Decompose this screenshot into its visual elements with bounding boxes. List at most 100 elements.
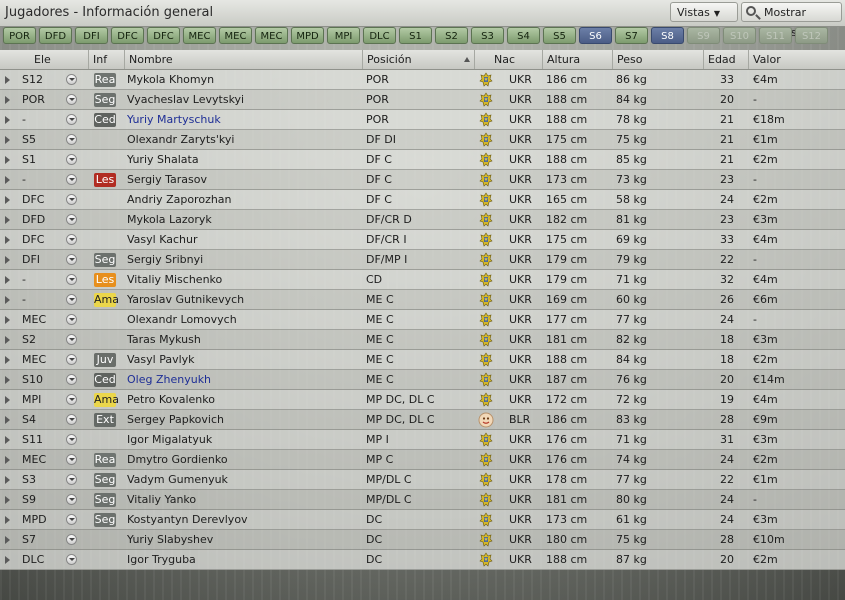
table-row[interactable]: MEC Juv Vasyl Pavlyk ME C UKR 188 cm 84 kg 18 €2… — [0, 350, 845, 370]
expand-arrow-icon[interactable] — [5, 376, 10, 384]
expand-arrow-icon[interactable] — [5, 176, 10, 184]
player-name[interactable]: Yuriy Martyschuk — [127, 110, 221, 130]
table-row[interactable]: S3 Seg Vadym Gumenyuk MP/DL C UKR 178 cm 77 kg… — [0, 470, 845, 490]
expand-arrow-icon[interactable] — [5, 536, 10, 544]
table-row[interactable]: DFI Seg Sergiy Sribnyi DF/MP I UKR 179 cm 79 k… — [0, 250, 845, 270]
column-header-inf[interactable]: Inf — [88, 50, 124, 69]
player-name[interactable]: Taras Mykush — [127, 330, 201, 350]
table-row[interactable]: S4 Ext Sergey Papkovich MP DC, DL C BLR 186 c… — [0, 410, 845, 430]
expand-arrow-icon[interactable] — [5, 276, 10, 284]
selection-dropdown-icon[interactable] — [66, 114, 77, 125]
player-name[interactable]: Vadym Gumenyuk — [127, 470, 228, 490]
column-header-ele[interactable]: Ele — [0, 50, 88, 69]
table-row[interactable]: S1 Yuriy Shalata DF C UKR 188 cm 85 kg 21 €2m — [0, 150, 845, 170]
tab-mpi[interactable]: MPI — [327, 27, 360, 44]
column-header-valor[interactable]: Valor — [748, 50, 845, 69]
selection-dropdown-icon[interactable] — [66, 134, 77, 145]
column-header-edad[interactable]: Edad — [703, 50, 748, 69]
tab-mec[interactable]: MEC — [183, 27, 216, 44]
selection-dropdown-icon[interactable] — [66, 274, 77, 285]
selection-dropdown-icon[interactable] — [66, 354, 77, 365]
tab-s10[interactable]: S10 — [723, 27, 756, 44]
table-row[interactable]: - Les Sergiy Tarasov DF C UKR 173 cm 73 kg 23 - — [0, 170, 845, 190]
selection-dropdown-icon[interactable] — [66, 454, 77, 465]
player-name[interactable]: Mykola Khomyn — [127, 70, 214, 90]
tab-mec[interactable]: MEC — [219, 27, 252, 44]
table-row[interactable]: S10 Ced Oleg Zhenyukh ME C UKR 187 cm 76 kg 20 €… — [0, 370, 845, 390]
table-row[interactable]: - Les Vitaliy Mischenko CD UKR 179 cm 71 kg 32 €… — [0, 270, 845, 290]
expand-arrow-icon[interactable] — [5, 556, 10, 564]
selection-dropdown-icon[interactable] — [66, 94, 77, 105]
player-name[interactable]: Olexandr Lomovych — [127, 310, 237, 330]
selection-dropdown-icon[interactable] — [66, 214, 77, 225]
show-filters-button[interactable]: Mostrar Filtros — [741, 2, 842, 39]
expand-arrow-icon[interactable] — [5, 356, 10, 364]
expand-arrow-icon[interactable] — [5, 296, 10, 304]
tab-s1[interactable]: S1 — [399, 27, 432, 44]
table-row[interactable]: S2 Taras Mykush ME C UKR 181 cm 82 kg 18 €3m — [0, 330, 845, 350]
player-name[interactable]: Igor Tryguba — [127, 550, 196, 570]
player-name[interactable]: Andriy Zaporozhan — [127, 190, 232, 210]
tab-dfd[interactable]: DFD — [39, 27, 72, 44]
player-name[interactable]: Yuriy Shalata — [127, 150, 199, 170]
expand-arrow-icon[interactable] — [5, 456, 10, 464]
selection-dropdown-icon[interactable] — [66, 74, 77, 85]
tab-dfc[interactable]: DFC — [147, 27, 180, 44]
expand-arrow-icon[interactable] — [5, 236, 10, 244]
tab-s4[interactable]: S4 — [507, 27, 540, 44]
selection-dropdown-icon[interactable] — [66, 414, 77, 425]
expand-arrow-icon[interactable] — [5, 96, 10, 104]
table-row[interactable]: S9 Seg Vitaliy Yanko MP/DL C UKR 181 cm 80 kg 2… — [0, 490, 845, 510]
column-header-peso[interactable]: Peso — [612, 50, 703, 69]
table-row[interactable]: MEC Olexandr Lomovych ME C UKR 177 cm 77 kg 24… — [0, 310, 845, 330]
expand-arrow-icon[interactable] — [5, 436, 10, 444]
expand-arrow-icon[interactable] — [5, 516, 10, 524]
expand-arrow-icon[interactable] — [5, 496, 10, 504]
table-row[interactable]: S12 Rea Mykola Khomyn POR UKR 186 cm 86 kg 33 €4… — [0, 70, 845, 90]
player-name[interactable]: Oleg Zhenyukh — [127, 370, 211, 390]
selection-dropdown-icon[interactable] — [66, 294, 77, 305]
expand-arrow-icon[interactable] — [5, 476, 10, 484]
player-name[interactable]: Olexandr Zaryts'kyi — [127, 130, 234, 150]
table-row[interactable]: DFC Vasyl Kachur DF/CR I UKR 175 cm 69 kg 33 €4… — [0, 230, 845, 250]
tab-s11[interactable]: S11 — [759, 27, 792, 44]
player-name[interactable]: Mykola Lazoryk — [127, 210, 212, 230]
player-name[interactable]: Petro Kovalenko — [127, 390, 215, 410]
tab-dlc[interactable]: DLC — [363, 27, 396, 44]
selection-dropdown-icon[interactable] — [66, 334, 77, 345]
tab-mec[interactable]: MEC — [255, 27, 288, 44]
tab-mpd[interactable]: MPD — [291, 27, 324, 44]
expand-arrow-icon[interactable] — [5, 196, 10, 204]
expand-arrow-icon[interactable] — [5, 416, 10, 424]
table-row[interactable]: MEC Rea Dmytro Gordienko MP C UKR 176 cm 74 kg… — [0, 450, 845, 470]
selection-dropdown-icon[interactable] — [66, 554, 77, 565]
tab-dfc[interactable]: DFC — [111, 27, 144, 44]
tab-s6[interactable]: S6 — [579, 27, 612, 44]
table-row[interactable]: MPD Seg Kostyantyn Derevlyov DC UKR 173 cm 61 … — [0, 510, 845, 530]
column-header-altura[interactable]: Altura — [542, 50, 612, 69]
selection-dropdown-icon[interactable] — [66, 174, 77, 185]
expand-arrow-icon[interactable] — [5, 336, 10, 344]
table-row[interactable]: S5 Olexandr Zaryts'kyi DF DI UKR 175 cm 75 kg… — [0, 130, 845, 150]
table-row[interactable]: DFD Mykola Lazoryk DF/CR D UKR 182 cm 81 kg 23… — [0, 210, 845, 230]
selection-dropdown-icon[interactable] — [66, 434, 77, 445]
table-row[interactable]: - Ama Yaroslav Gutnikevych ME C UKR 169 cm 60 … — [0, 290, 845, 310]
expand-arrow-icon[interactable] — [5, 156, 10, 164]
table-row[interactable]: S11 Igor Migalatyuk MP I UKR 176 cm 71 kg 31 €3… — [0, 430, 845, 450]
table-row[interactable]: DFC Andriy Zaporozhan DF C UKR 165 cm 58 kg 24… — [0, 190, 845, 210]
expand-arrow-icon[interactable] — [5, 396, 10, 404]
table-row[interactable]: - Ced Yuriy Martyschuk POR UKR 188 cm 78 kg 21 €… — [0, 110, 845, 130]
player-name[interactable]: Dmytro Gordienko — [127, 450, 228, 470]
selection-dropdown-icon[interactable] — [66, 314, 77, 325]
tab-s8[interactable]: S8 — [651, 27, 684, 44]
tab-s7[interactable]: S7 — [615, 27, 648, 44]
selection-dropdown-icon[interactable] — [66, 494, 77, 505]
table-row[interactable]: DLC Igor Tryguba DC UKR 188 cm 87 kg 20 €2m — [0, 550, 845, 570]
selection-dropdown-icon[interactable] — [66, 394, 77, 405]
player-name[interactable]: Sergiy Tarasov — [127, 170, 207, 190]
column-header-posicion[interactable]: Posición — [362, 50, 474, 69]
selection-dropdown-icon[interactable] — [66, 374, 77, 385]
expand-arrow-icon[interactable] — [5, 76, 10, 84]
tab-s3[interactable]: S3 — [471, 27, 504, 44]
player-name[interactable]: Sergiy Sribnyi — [127, 250, 203, 270]
